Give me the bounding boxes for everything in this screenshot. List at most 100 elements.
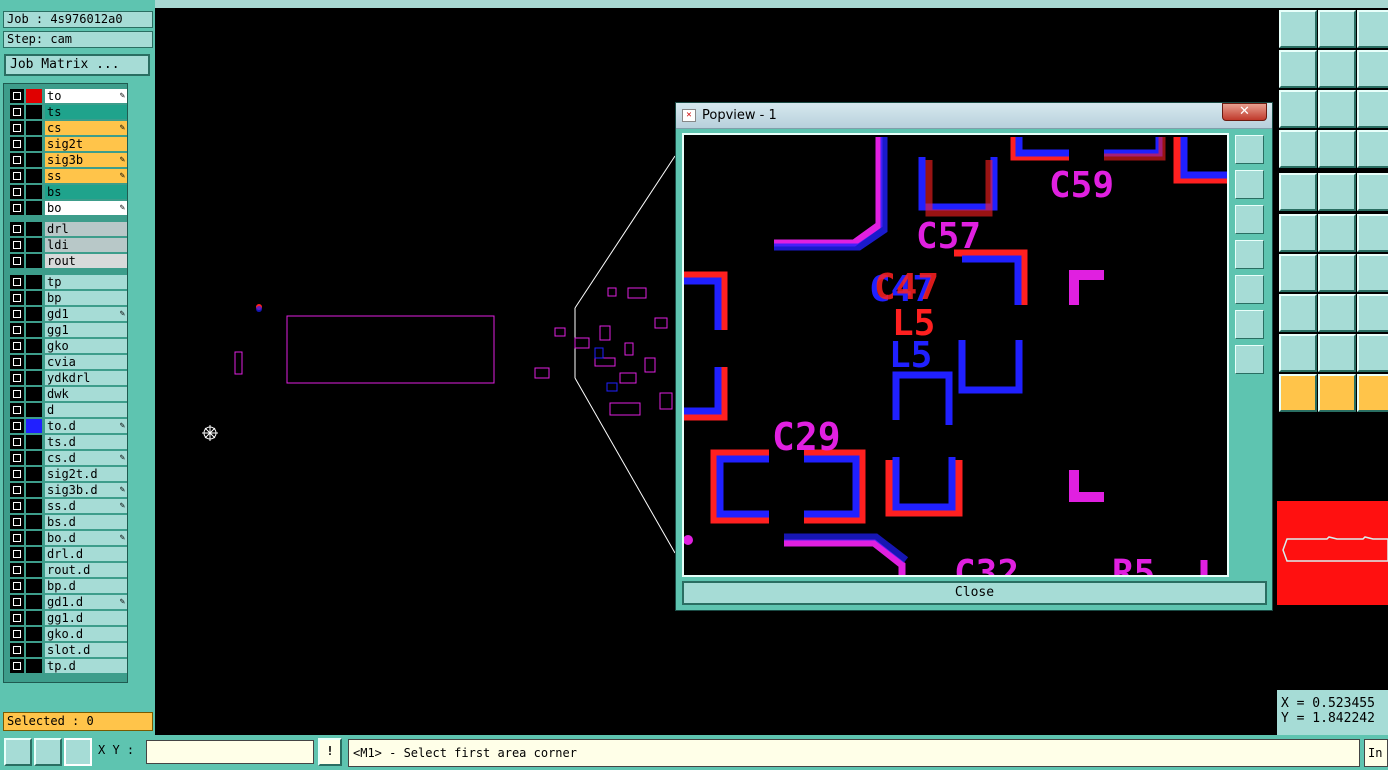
layer-row[interactable]: gg1.d bbox=[8, 610, 127, 625]
layer-checkbox[interactable] bbox=[10, 222, 24, 236]
layer-color-swatch[interactable] bbox=[26, 105, 42, 119]
layer-checkbox[interactable] bbox=[10, 595, 24, 609]
layer-checkbox[interactable] bbox=[10, 105, 24, 119]
layer-name[interactable]: bs bbox=[45, 185, 127, 199]
layer-row[interactable]: d bbox=[8, 402, 127, 417]
layer-row[interactable]: ss ✎ bbox=[8, 168, 127, 183]
layer-color-swatch[interactable] bbox=[26, 419, 42, 433]
layer-checkbox[interactable] bbox=[10, 169, 24, 183]
layer-name[interactable]: bo.d ✎ bbox=[45, 531, 127, 545]
arc-icon[interactable] bbox=[1357, 254, 1388, 292]
layer-name[interactable]: bp bbox=[45, 291, 127, 305]
layer-checkbox[interactable] bbox=[10, 153, 24, 167]
layer-checkbox[interactable] bbox=[10, 291, 24, 305]
layer-checkbox[interactable] bbox=[10, 419, 24, 433]
layer-color-swatch[interactable] bbox=[26, 323, 42, 337]
layer-row[interactable]: to ✎ bbox=[8, 88, 127, 103]
layer-row[interactable]: ts.d bbox=[8, 434, 127, 449]
layer-checkbox[interactable] bbox=[10, 121, 24, 135]
pv-pan-up-icon[interactable] bbox=[1235, 170, 1264, 199]
layer-name[interactable]: sig2t.d bbox=[45, 467, 127, 481]
layer-checkbox[interactable] bbox=[10, 137, 24, 151]
pv-zoom-in-icon[interactable] bbox=[1235, 310, 1264, 339]
popview-titlebar[interactable]: ✕ Popview - 1 ✕ bbox=[676, 103, 1272, 129]
layer-name[interactable]: drl bbox=[45, 222, 127, 236]
layer-color-swatch[interactable] bbox=[26, 579, 42, 593]
layer-checkbox[interactable] bbox=[10, 659, 24, 673]
layer-checkbox[interactable] bbox=[10, 451, 24, 465]
layer-checkbox[interactable] bbox=[10, 547, 24, 561]
layer-row[interactable]: sig3b.d ✎ bbox=[8, 482, 127, 497]
pad-icon[interactable] bbox=[1279, 294, 1317, 332]
layer-name[interactable]: d bbox=[45, 403, 127, 417]
layer-checkbox[interactable] bbox=[10, 339, 24, 353]
layer-color-swatch[interactable] bbox=[26, 254, 42, 268]
in-button[interactable]: In bbox=[1364, 739, 1388, 767]
job-matrix-button[interactable]: Job Matrix ... bbox=[4, 54, 150, 76]
zoom-1to2-icon[interactable] bbox=[1357, 90, 1388, 128]
layer-color-swatch[interactable] bbox=[26, 222, 42, 236]
layer-row[interactable]: bo ✎ bbox=[8, 200, 127, 215]
layer-checkbox[interactable] bbox=[10, 185, 24, 199]
layer-checkbox[interactable] bbox=[10, 403, 24, 417]
layer-color-swatch[interactable] bbox=[26, 169, 42, 183]
layer-color-swatch[interactable] bbox=[26, 387, 42, 401]
layer-checkbox[interactable] bbox=[10, 531, 24, 545]
angle-icon[interactable] bbox=[1279, 254, 1317, 292]
layer-color-swatch[interactable] bbox=[26, 291, 42, 305]
layer-checkbox[interactable] bbox=[10, 254, 24, 268]
layer-name[interactable]: gg1 bbox=[45, 323, 127, 337]
layer-row[interactable]: sig2t bbox=[8, 136, 127, 151]
pan-down-icon[interactable] bbox=[1318, 10, 1356, 48]
layer-color-swatch[interactable] bbox=[26, 659, 42, 673]
layer-checkbox[interactable] bbox=[10, 238, 24, 252]
layer-row[interactable]: gd1.d ✎ bbox=[8, 594, 127, 609]
pointer-box-icon[interactable] bbox=[1318, 374, 1356, 412]
layer-row[interactable]: bp.d bbox=[8, 578, 127, 593]
layer-checkbox[interactable] bbox=[10, 643, 24, 657]
pv-pan-left-icon[interactable] bbox=[1235, 240, 1264, 269]
ruler-icon[interactable] bbox=[1357, 173, 1388, 211]
layer-checkbox[interactable] bbox=[10, 515, 24, 529]
cross-icon[interactable] bbox=[1318, 214, 1356, 252]
layer-name[interactable]: cs ✎ bbox=[45, 121, 127, 135]
layer-color-swatch[interactable] bbox=[26, 627, 42, 641]
layer-name[interactable]: ss ✎ bbox=[45, 169, 127, 183]
layer-color-swatch[interactable] bbox=[26, 435, 42, 449]
resize-corner-icon[interactable] bbox=[4, 738, 32, 766]
layer-name[interactable]: rout.d bbox=[45, 563, 127, 577]
layer-color-swatch[interactable] bbox=[26, 355, 42, 369]
layer-name[interactable]: cvia bbox=[45, 355, 127, 369]
layer-row[interactable]: cvia bbox=[8, 354, 127, 369]
layer-checkbox[interactable] bbox=[10, 499, 24, 513]
layer-color-swatch[interactable] bbox=[26, 563, 42, 577]
pointer-icon[interactable] bbox=[1279, 374, 1317, 412]
layer-row[interactable]: dwk bbox=[8, 386, 127, 401]
layer-checkbox[interactable] bbox=[10, 563, 24, 577]
layer-row[interactable]: ss.d ✎ bbox=[8, 498, 127, 513]
triangle-2-icon[interactable] bbox=[1318, 334, 1356, 372]
layer-row[interactable]: slot.d bbox=[8, 642, 127, 657]
pan-up-icon[interactable] bbox=[1279, 10, 1317, 48]
layer-name[interactable]: ts bbox=[45, 105, 127, 119]
layer-checkbox[interactable] bbox=[10, 355, 24, 369]
layer-color-swatch[interactable] bbox=[26, 121, 42, 135]
layer-row[interactable]: sig3b ✎ bbox=[8, 152, 127, 167]
layer-row[interactable]: drl.d bbox=[8, 546, 127, 561]
layer-row[interactable]: sig2t.d bbox=[8, 466, 127, 481]
layer-color-swatch[interactable] bbox=[26, 547, 42, 561]
layer-checkbox[interactable] bbox=[10, 371, 24, 385]
layer-checkbox[interactable] bbox=[10, 201, 24, 215]
layer-color-swatch[interactable] bbox=[26, 515, 42, 529]
layer-row[interactable]: cs ✎ bbox=[8, 120, 127, 135]
line-icon[interactable] bbox=[1357, 214, 1388, 252]
layer-name[interactable]: gg1.d bbox=[45, 611, 127, 625]
layer-name[interactable]: dwk bbox=[45, 387, 127, 401]
layer-name[interactable]: ts.d bbox=[45, 435, 127, 449]
layer-color-swatch[interactable] bbox=[26, 403, 42, 417]
layer-color-swatch[interactable] bbox=[26, 89, 42, 103]
layer-checkbox[interactable] bbox=[10, 611, 24, 625]
layer-row[interactable]: gd1 ✎ bbox=[8, 306, 127, 321]
layer-name[interactable]: bo ✎ bbox=[45, 201, 127, 215]
layer-color-swatch[interactable] bbox=[26, 307, 42, 321]
